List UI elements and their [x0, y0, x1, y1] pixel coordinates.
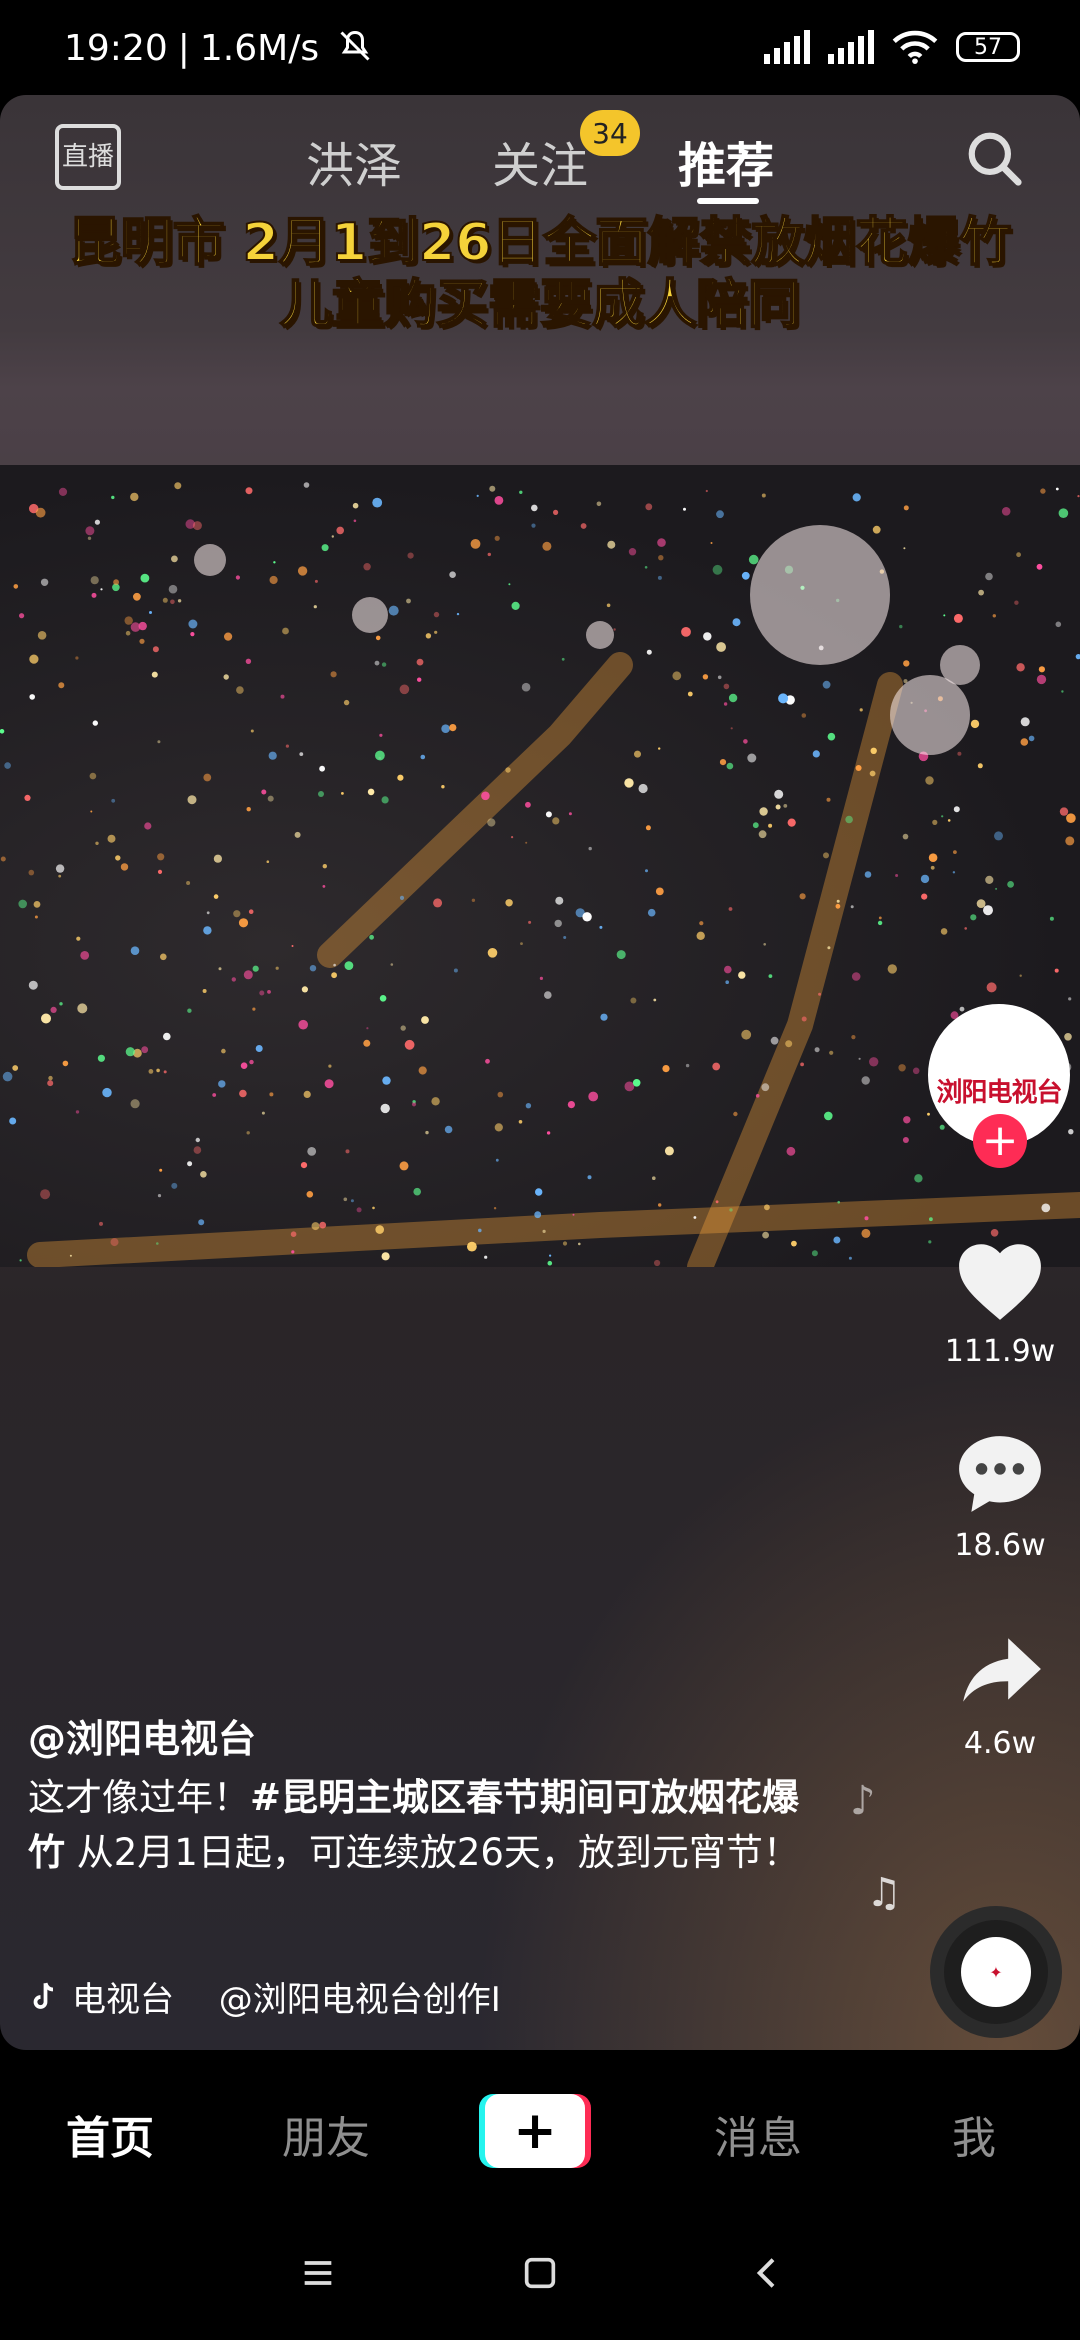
music-note-icon: ♪	[850, 1778, 876, 1824]
nav-friends[interactable]: 朋友	[282, 2102, 370, 2166]
network-speed: 1.6M/s	[199, 28, 320, 69]
menu-icon[interactable]	[298, 2253, 338, 2293]
follow-button[interactable]: +	[973, 1114, 1027, 1168]
desc-suffix: 从2月1日起，可连续放26天，放到元宵节！	[65, 1831, 800, 1874]
tab-hongze[interactable]: 洪泽	[306, 126, 402, 196]
active-tab-indicator	[697, 198, 759, 204]
tab-following[interactable]: 关注	[492, 126, 588, 196]
music-text: 电视台 @浏阳电视台创作I	[72, 1980, 501, 2020]
wifi-icon	[892, 30, 938, 64]
status-bar: 19:20 | 1.6M/s 57	[0, 0, 1080, 100]
comment-icon	[959, 1436, 1041, 1512]
signal-icon	[764, 30, 810, 64]
post-author[interactable]: @浏阳电视台	[28, 1708, 256, 1763]
like-button[interactable]: 111.9w	[935, 1234, 1065, 1369]
like-count: 111.9w	[944, 1334, 1056, 1369]
music-row[interactable]: 电视台 @浏阳电视台创作I	[28, 1972, 501, 2021]
status-left: 19:20 | 1.6M/s	[64, 28, 373, 69]
nav-me[interactable]: 我	[952, 2102, 996, 2166]
create-button[interactable]: +	[479, 2094, 595, 2168]
music-disc[interactable]: ✦	[930, 1906, 1062, 2038]
avatar-logo-text: 浏阳电视台	[936, 1077, 1062, 1108]
video-caption: 昆明市 2月1到26日全面解禁放烟花爆竹 儿童购买需要成人陪同	[0, 212, 1080, 336]
nav-home[interactable]: 首页	[66, 2102, 154, 2166]
back-icon[interactable]	[748, 2253, 788, 2293]
tab-recommended[interactable]: 推荐	[678, 126, 774, 196]
nav-messages[interactable]: 消息	[714, 2102, 802, 2166]
live-button[interactable]: 直播	[55, 124, 121, 190]
share-count: 4.6w	[963, 1726, 1037, 1761]
status-right: 57	[764, 30, 1020, 64]
search-icon[interactable]	[964, 128, 1026, 190]
music-note-icon: ♫	[866, 1870, 902, 1916]
battery-indicator: 57	[956, 32, 1020, 62]
comment-count: 18.6w	[954, 1528, 1046, 1563]
desc-prefix: 这才像过年！	[28, 1776, 250, 1819]
share-button[interactable]: 4.6w	[935, 1626, 1065, 1761]
signal-icon	[828, 30, 874, 64]
author-avatar-wrap[interactable]: 浏阳电视台 +	[928, 1004, 1070, 1168]
status-time: 19:20	[64, 28, 168, 69]
top-nav: 直播 洪泽 关注 34 推荐	[0, 110, 1080, 210]
fireworks-image	[0, 482, 1080, 1267]
post-description: 这才像过年！#昆明主城区春节期间可放烟花爆竹 从2月1日起，可连续放26天，放到…	[28, 1770, 808, 1880]
comment-button[interactable]: 18.6w	[935, 1428, 1065, 1563]
bell-off-icon	[339, 30, 370, 61]
system-nav	[0, 2215, 1080, 2340]
tiktok-logo-icon	[33, 1982, 54, 2009]
share-icon	[963, 1638, 1041, 1702]
caption-line-1: 昆明市 2月1到26日全面解禁放烟花爆竹	[68, 212, 1013, 274]
heart-icon	[959, 1244, 1041, 1320]
fireworks-footage	[0, 465, 1080, 1267]
caption-line-2: 儿童购买需要成人陪同	[279, 274, 801, 336]
following-badge: 34	[580, 110, 640, 156]
live-label: 直播	[61, 142, 114, 172]
create-label: +	[485, 2094, 585, 2168]
bottom-nav: 首页 朋友 + 消息 我	[0, 2050, 1080, 2215]
music-disc-logo-icon: ✦	[961, 1937, 1031, 2007]
home-square-icon[interactable]	[520, 2253, 560, 2293]
